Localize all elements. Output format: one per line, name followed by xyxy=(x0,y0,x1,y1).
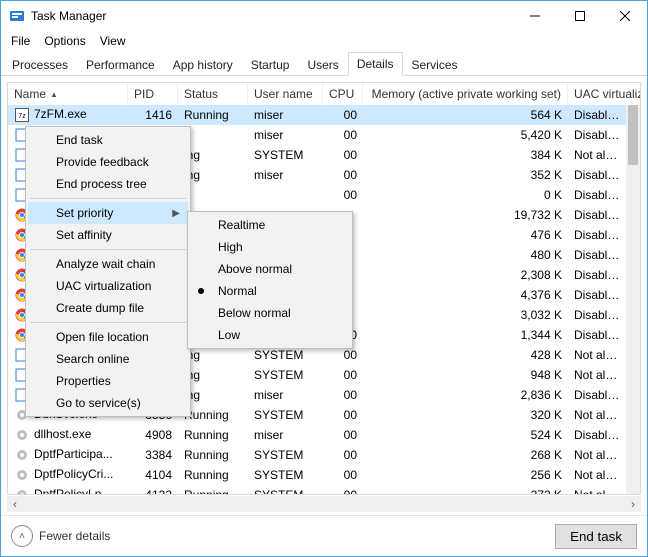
tab-app-history[interactable]: App history xyxy=(164,53,242,76)
process-icon xyxy=(14,487,30,494)
process-icon xyxy=(14,447,30,463)
horizontal-scrollbar[interactable]: ‹ › xyxy=(7,496,641,512)
col-status[interactable]: Status xyxy=(178,83,248,105)
context-menu-item[interactable]: Properties xyxy=(28,370,188,392)
maximize-button[interactable] xyxy=(557,1,602,31)
minimize-button[interactable] xyxy=(512,1,557,31)
scroll-left-icon[interactable]: ‹ xyxy=(7,496,23,512)
chevron-up-icon: ˄ xyxy=(11,525,33,547)
col-uac[interactable]: UAC virtualization xyxy=(568,83,640,105)
svg-text:7z: 7z xyxy=(18,113,26,120)
col-memory[interactable]: Memory (active private working set) xyxy=(363,83,568,105)
context-menu-item[interactable]: End process tree xyxy=(28,173,188,195)
table-row[interactable]: dllhost.exe4908Runningmiser00524 KDisabl… xyxy=(8,425,626,445)
table-row[interactable]: DptfPolicyLp...4132RunningSYSTEM00272 KN… xyxy=(8,485,626,494)
col-cpu[interactable]: CPU xyxy=(323,83,363,105)
context-menu-item[interactable]: Search online xyxy=(28,348,188,370)
tabstrip: Processes Performance App history Startu… xyxy=(1,51,647,76)
process-icon xyxy=(14,427,30,443)
menu-options[interactable]: Options xyxy=(38,32,91,50)
priority-menu-item[interactable]: High xyxy=(190,236,350,258)
context-menu-item[interactable]: Set priority▶ xyxy=(28,202,188,224)
menu-view[interactable]: View xyxy=(94,32,132,50)
footer: ˄ Fewer details End task xyxy=(1,515,647,556)
sort-asc-icon: ▲ xyxy=(50,90,58,99)
task-manager-icon xyxy=(9,8,25,24)
col-name[interactable]: Name▲ xyxy=(8,83,128,105)
end-task-button[interactable]: End task xyxy=(555,524,637,549)
process-icon: 7z xyxy=(14,107,30,123)
vertical-scrollbar[interactable] xyxy=(626,105,640,494)
priority-menu-item[interactable]: Low xyxy=(190,324,350,346)
radio-dot-icon xyxy=(198,288,204,294)
table-row[interactable]: DptfPolicyCri...4104RunningSYSTEM00256 K… xyxy=(8,465,626,485)
menu-file[interactable]: File xyxy=(5,32,36,50)
context-menu-item[interactable]: Create dump file xyxy=(28,297,188,319)
fewer-details-button[interactable]: ˄ Fewer details xyxy=(11,525,110,547)
task-manager-window: Task Manager File Options View Processes… xyxy=(0,0,648,557)
submenu-arrow-icon: ▶ xyxy=(172,208,180,219)
priority-submenu[interactable]: RealtimeHighAbove normalNormalBelow norm… xyxy=(187,211,353,349)
context-menu-item[interactable]: Go to service(s) xyxy=(28,392,188,414)
tab-details[interactable]: Details xyxy=(348,52,403,76)
close-button[interactable] xyxy=(602,1,647,31)
table-row[interactable]: 7z7zFM.exe1416Runningmiser00564 KDisable… xyxy=(8,105,626,125)
priority-menu-item[interactable]: Below normal xyxy=(190,302,350,324)
col-pid[interactable]: PID xyxy=(128,83,178,105)
tab-performance[interactable]: Performance xyxy=(77,53,164,76)
context-menu-item[interactable]: Provide feedback xyxy=(28,151,188,173)
details-content: Name▲ PID Status User name CPU Memory (a… xyxy=(1,76,647,515)
context-menu-item[interactable]: Set affinity xyxy=(28,224,188,246)
context-menu-item[interactable]: UAC virtualization xyxy=(28,275,188,297)
fewer-details-label: Fewer details xyxy=(39,529,110,543)
tab-processes[interactable]: Processes xyxy=(3,53,77,76)
priority-menu-item[interactable]: Normal xyxy=(190,280,350,302)
priority-menu-item[interactable]: Realtime xyxy=(190,214,350,236)
context-menu-item[interactable]: Open file location xyxy=(28,326,188,348)
priority-menu-item[interactable]: Above normal xyxy=(190,258,350,280)
context-menu-item[interactable]: Analyze wait chain xyxy=(28,253,188,275)
context-menu[interactable]: End taskProvide feedbackEnd process tree… xyxy=(25,126,191,417)
titlebar: Task Manager xyxy=(1,1,647,31)
menubar: File Options View xyxy=(1,31,647,51)
window-title: Task Manager xyxy=(31,9,106,23)
table-row[interactable]: DptfParticipa...3384RunningSYSTEM00268 K… xyxy=(8,445,626,465)
tab-startup[interactable]: Startup xyxy=(242,53,299,76)
context-menu-item[interactable]: End task xyxy=(28,129,188,151)
scrollbar-thumb[interactable] xyxy=(628,105,638,165)
process-icon xyxy=(14,467,30,483)
grid-header: Name▲ PID Status User name CPU Memory (a… xyxy=(8,83,640,106)
col-user[interactable]: User name xyxy=(248,83,323,105)
tab-services[interactable]: Services xyxy=(403,53,467,76)
tab-users[interactable]: Users xyxy=(298,53,347,76)
scroll-right-icon[interactable]: › xyxy=(625,496,641,512)
